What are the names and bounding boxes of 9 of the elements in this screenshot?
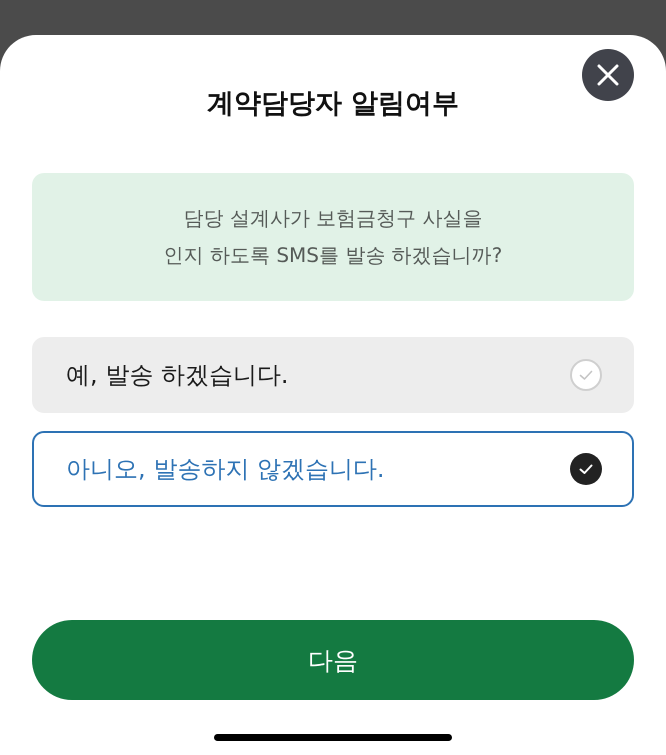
dialog-title: 계약담당자 알림여부: [206, 87, 460, 121]
check-icon: [570, 453, 602, 485]
option-item[interactable]: 아니오, 발송하지 않겠습니다.: [32, 431, 634, 507]
close-icon: [597, 64, 619, 86]
next-button[interactable]: 다음: [32, 620, 634, 700]
option-item[interactable]: 예, 발송 하겠습니다.: [32, 337, 634, 413]
close-button[interactable]: [582, 49, 634, 101]
check-icon: [570, 359, 602, 391]
info-message: 담당 설계사가 보험금청구 사실을 인지 하도록 SMS를 발송 하겠습니까?: [164, 205, 502, 269]
